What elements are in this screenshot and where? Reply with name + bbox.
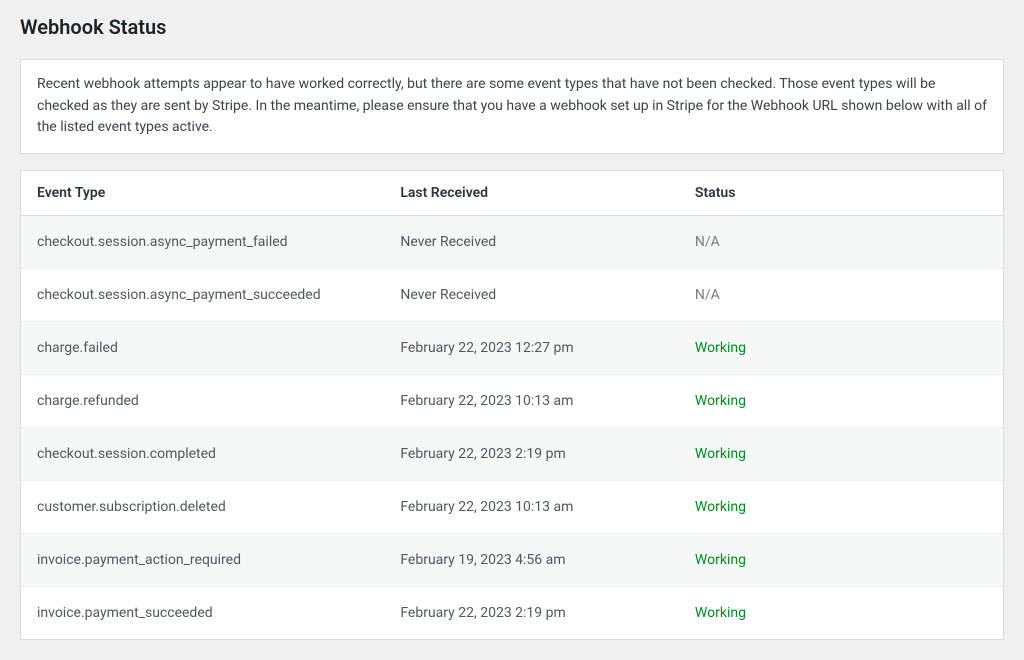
cell-last-received: February 22, 2023 10:13 am — [384, 481, 679, 534]
table-row: charge.refundedFebruary 22, 2023 10:13 a… — [21, 375, 1003, 428]
cell-event-type: checkout.session.async_payment_succeeded — [21, 269, 384, 322]
table-row: checkout.session.async_payment_failedNev… — [21, 216, 1003, 269]
cell-last-received: February 22, 2023 2:19 pm — [384, 428, 679, 481]
webhook-status-table-container: Event Type Last Received Status checkout… — [20, 170, 1004, 640]
table-header-row: Event Type Last Received Status — [21, 171, 1003, 216]
header-last-received: Last Received — [384, 171, 679, 216]
table-row: customer.subscription.deletedFebruary 22… — [21, 481, 1003, 534]
table-row: checkout.session.completedFebruary 22, 2… — [21, 428, 1003, 481]
header-status: Status — [679, 171, 1003, 216]
header-event-type: Event Type — [21, 171, 384, 216]
cell-event-type: invoice.payment_action_required — [21, 534, 384, 587]
info-message-text: Recent webhook attempts appear to have w… — [37, 76, 987, 135]
page-title: Webhook Status — [20, 10, 1004, 39]
cell-status: Working — [679, 375, 1003, 428]
cell-event-type: charge.failed — [21, 322, 384, 375]
table-row: charge.failedFebruary 22, 2023 12:27 pmW… — [21, 322, 1003, 375]
table-row: checkout.session.async_payment_succeeded… — [21, 269, 1003, 322]
cell-last-received: February 22, 2023 12:27 pm — [384, 322, 679, 375]
cell-status: N/A — [679, 269, 1003, 322]
webhook-status-table: Event Type Last Received Status checkout… — [21, 171, 1003, 639]
cell-status: Working — [679, 481, 1003, 534]
cell-last-received: February 22, 2023 10:13 am — [384, 375, 679, 428]
cell-last-received: Never Received — [384, 269, 679, 322]
cell-event-type: customer.subscription.deleted — [21, 481, 384, 534]
cell-event-type: checkout.session.completed — [21, 428, 384, 481]
page-wrap: Webhook Status Recent webhook attempts a… — [0, 0, 1024, 660]
cell-status: Working — [679, 322, 1003, 375]
cell-status: Working — [679, 534, 1003, 587]
table-row: invoice.payment_succeededFebruary 22, 20… — [21, 587, 1003, 640]
cell-event-type: charge.refunded — [21, 375, 384, 428]
cell-event-type: checkout.session.async_payment_failed — [21, 216, 384, 269]
cell-status: Working — [679, 587, 1003, 640]
cell-last-received: February 22, 2023 2:19 pm — [384, 587, 679, 640]
cell-status: N/A — [679, 216, 1003, 269]
cell-event-type: invoice.payment_succeeded — [21, 587, 384, 640]
info-message-box: Recent webhook attempts appear to have w… — [20, 59, 1004, 154]
cell-last-received: Never Received — [384, 216, 679, 269]
table-row: invoice.payment_action_requiredFebruary … — [21, 534, 1003, 587]
cell-status: Working — [679, 428, 1003, 481]
cell-last-received: February 19, 2023 4:56 am — [384, 534, 679, 587]
